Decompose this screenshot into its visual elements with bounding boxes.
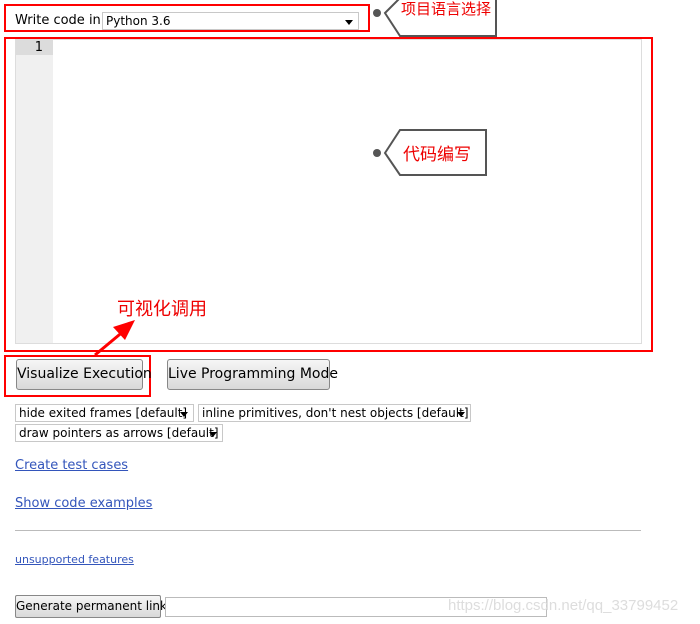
create-test-cases-link[interactable]: Create test cases [15, 458, 128, 473]
chevron-down-icon [209, 432, 217, 437]
divider [15, 530, 641, 531]
generate-permalink-button[interactable]: Generate permanent link [15, 595, 167, 618]
pointers-select-value: draw pointers as arrows [default] [19, 426, 219, 440]
pointers-select[interactable]: draw pointers as arrows [default] [15, 424, 223, 442]
primitives-select-value: inline primitives, don't nest objects [d… [202, 406, 469, 420]
chevron-down-icon [457, 412, 465, 417]
callout-code-text: 代码编写 [403, 145, 471, 165]
language-select[interactable]: Python 3.6 [102, 12, 359, 30]
language-select-value: Python 3.6 [106, 14, 171, 28]
active-line-number: 1 [16, 40, 53, 55]
chevron-down-icon [345, 20, 353, 25]
frames-select-value: hide exited frames [default] [19, 406, 188, 420]
callout-language-text: 项目语言选择 [401, 0, 492, 18]
unsupported-features-link[interactable]: unsupported features [15, 553, 134, 566]
visualize-execution-button[interactable]: Visualize Execution [16, 359, 152, 390]
primitives-select[interactable]: inline primitives, don't nest objects [d… [198, 404, 471, 422]
editor-gutter [16, 40, 53, 343]
annotation-arrow-icon [94, 320, 135, 357]
show-code-examples-link[interactable]: Show code examples [15, 496, 152, 511]
watermark: https://blog.csdn.net/qq_33799452 [448, 597, 679, 614]
frames-select[interactable]: hide exited frames [default] [15, 404, 194, 422]
live-programming-button[interactable]: Live Programming Mode [167, 359, 338, 390]
write-code-label: Write code in [15, 13, 101, 28]
line-number: 1 [34, 40, 43, 55]
chevron-down-icon [180, 412, 188, 417]
code-editor[interactable]: 1 [15, 39, 642, 344]
